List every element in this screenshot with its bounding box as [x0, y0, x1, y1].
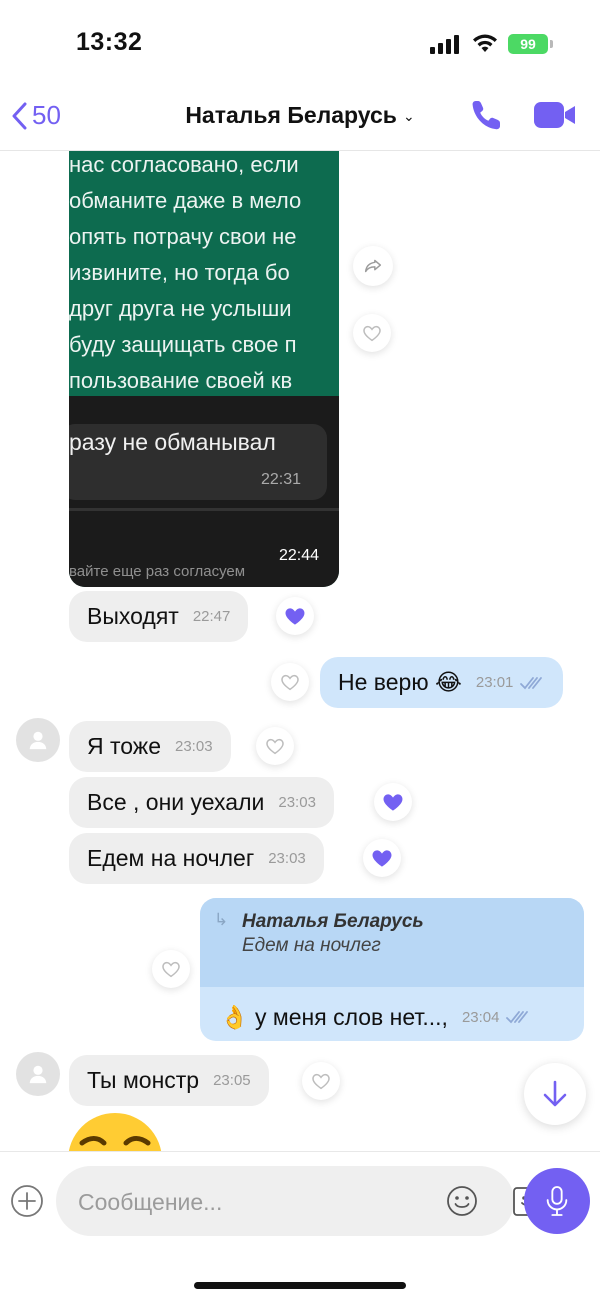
video-camera-icon: [534, 102, 575, 128]
video-call-button[interactable]: [532, 100, 578, 130]
battery-indicator: 99: [508, 34, 553, 54]
read-ticks-icon: [506, 1011, 529, 1024]
plus-circle-icon: [11, 1185, 43, 1217]
laughing-emoji-sticker[interactable]: [68, 1113, 162, 1151]
quoted-author: Наталья Беларусь: [242, 911, 424, 932]
reply-body: 👌 у меня слов нет..., 23:04: [200, 994, 531, 1040]
message-bubble[interactable]: Едем на ночлег 23:03: [69, 833, 324, 884]
wifi-icon: [472, 33, 498, 53]
photo-time: 22:44: [278, 547, 319, 564]
message-text: Не верю 😂: [338, 669, 462, 695]
photo-line: друг друга не услыши: [69, 296, 292, 321]
message-time: 23:03: [278, 794, 316, 811]
user-icon: [29, 1065, 47, 1084]
home-indicator: [194, 1282, 406, 1289]
read-ticks-icon: [520, 676, 543, 689]
heart-filled-icon: [372, 850, 392, 867]
like-button[interactable]: [363, 839, 401, 877]
message-time: 23:03: [268, 850, 306, 867]
heart-outline-icon: [162, 961, 180, 978]
message-input-container: [56, 1166, 545, 1238]
message-time: 23:01: [475, 674, 514, 691]
photo-line: нас согласовано, если: [69, 152, 299, 177]
like-button[interactable]: [256, 727, 294, 765]
message-text: Все , они уехали: [87, 789, 265, 815]
message-time: 22:47: [192, 608, 231, 625]
status-time: 13:32: [76, 28, 143, 56]
photo-line: буду защищать свое п: [69, 332, 297, 357]
heart-outline-icon: [266, 738, 284, 755]
reply-arrow-icon: ↳: [214, 910, 229, 929]
forward-icon: [364, 259, 382, 273]
like-button[interactable]: [276, 597, 314, 635]
microphone-icon: [546, 1186, 568, 1216]
photo-message[interactable]: нас согласовано, если обманите даже в ме…: [69, 151, 339, 587]
like-button[interactable]: [271, 663, 309, 701]
photo-bottom-text: вайте еще раз согласуем: [69, 563, 246, 580]
message-text: Ты монстр: [87, 1067, 200, 1093]
photo-divider: [69, 508, 339, 511]
photo-line: опять потрачу свои не: [69, 224, 297, 249]
photo-line: пользование своей кв: [69, 368, 293, 393]
heart-outline-icon: [281, 674, 299, 691]
arrow-down-icon: [543, 1080, 567, 1107]
message-text: 👌 у меня слов нет...,: [220, 1003, 448, 1030]
voice-call-button[interactable]: [470, 98, 504, 132]
photo-line: обманите даже в мело: [69, 188, 302, 213]
forward-button[interactable]: [353, 246, 393, 286]
chat-header: 50 Наталья Беларусь ⌄: [0, 80, 600, 151]
message-bubble[interactable]: Выходят 22:47: [69, 591, 249, 642]
heart-filled-icon: [285, 608, 305, 625]
message-bubble[interactable]: Не верю 😂 23:01: [320, 657, 564, 708]
voice-message-button[interactable]: [524, 1168, 590, 1234]
message-time: 23:03: [175, 738, 213, 755]
photo-text-lines: нас согласовано, если обманите даже в ме…: [69, 151, 339, 399]
message-bubble[interactable]: Все , они уехали 23:03: [69, 777, 334, 828]
message-text: Едем на ночлег: [87, 845, 255, 871]
contact-name: Наталья Беларусь: [185, 102, 397, 128]
heart-outline-icon: [363, 325, 381, 342]
message-text: Выходят: [87, 603, 179, 629]
user-icon: [29, 731, 47, 750]
message-text: Я тоже: [87, 733, 161, 759]
quoted-text: Едем на ночлег: [242, 935, 381, 956]
chat-title[interactable]: Наталья Беларусь ⌄: [0, 102, 600, 129]
photo-inner-text: разу не обманывал: [69, 429, 276, 455]
chat-messages[interactable]: нас согласовано, если обманите даже в ме…: [0, 151, 600, 1151]
message-time: 23:05: [213, 1072, 251, 1089]
avatar[interactable]: [16, 718, 60, 762]
cellular-signal-icon: [430, 34, 462, 54]
smiley-icon: [447, 1186, 477, 1216]
heart-filled-icon: [383, 794, 403, 811]
heart-outline-icon: [312, 1073, 330, 1090]
like-button[interactable]: [302, 1062, 340, 1100]
avatar[interactable]: [16, 1052, 60, 1096]
photo-line: извините, но тогда бо: [69, 260, 290, 285]
like-button[interactable]: [353, 314, 391, 352]
emoji-button[interactable]: [446, 1185, 478, 1217]
attach-button[interactable]: [10, 1184, 44, 1218]
phone-icon: [472, 101, 500, 130]
message-bubble[interactable]: Ты монстр 23:05: [69, 1055, 269, 1106]
like-button[interactable]: [374, 783, 412, 821]
message-bubble[interactable]: Я тоже 23:03: [69, 721, 231, 772]
like-button[interactable]: [152, 950, 190, 988]
battery-level: 99: [520, 36, 536, 52]
reply-message[interactable]: ↳ Наталья Беларусь Едем на ночлег 👌 у ме…: [200, 898, 584, 1041]
scroll-to-bottom-button[interactable]: [524, 1063, 586, 1125]
quoted-message[interactable]: ↳ Наталья Беларусь Едем на ночлег: [200, 898, 584, 987]
message-input[interactable]: [76, 1166, 380, 1238]
message-composer: [0, 1151, 600, 1301]
chevron-down-icon: ⌄: [402, 108, 415, 124]
laughing-face-icon: [79, 1136, 151, 1146]
photo-inner-time: 22:31: [261, 471, 302, 488]
message-time: 23:04: [461, 1008, 500, 1026]
